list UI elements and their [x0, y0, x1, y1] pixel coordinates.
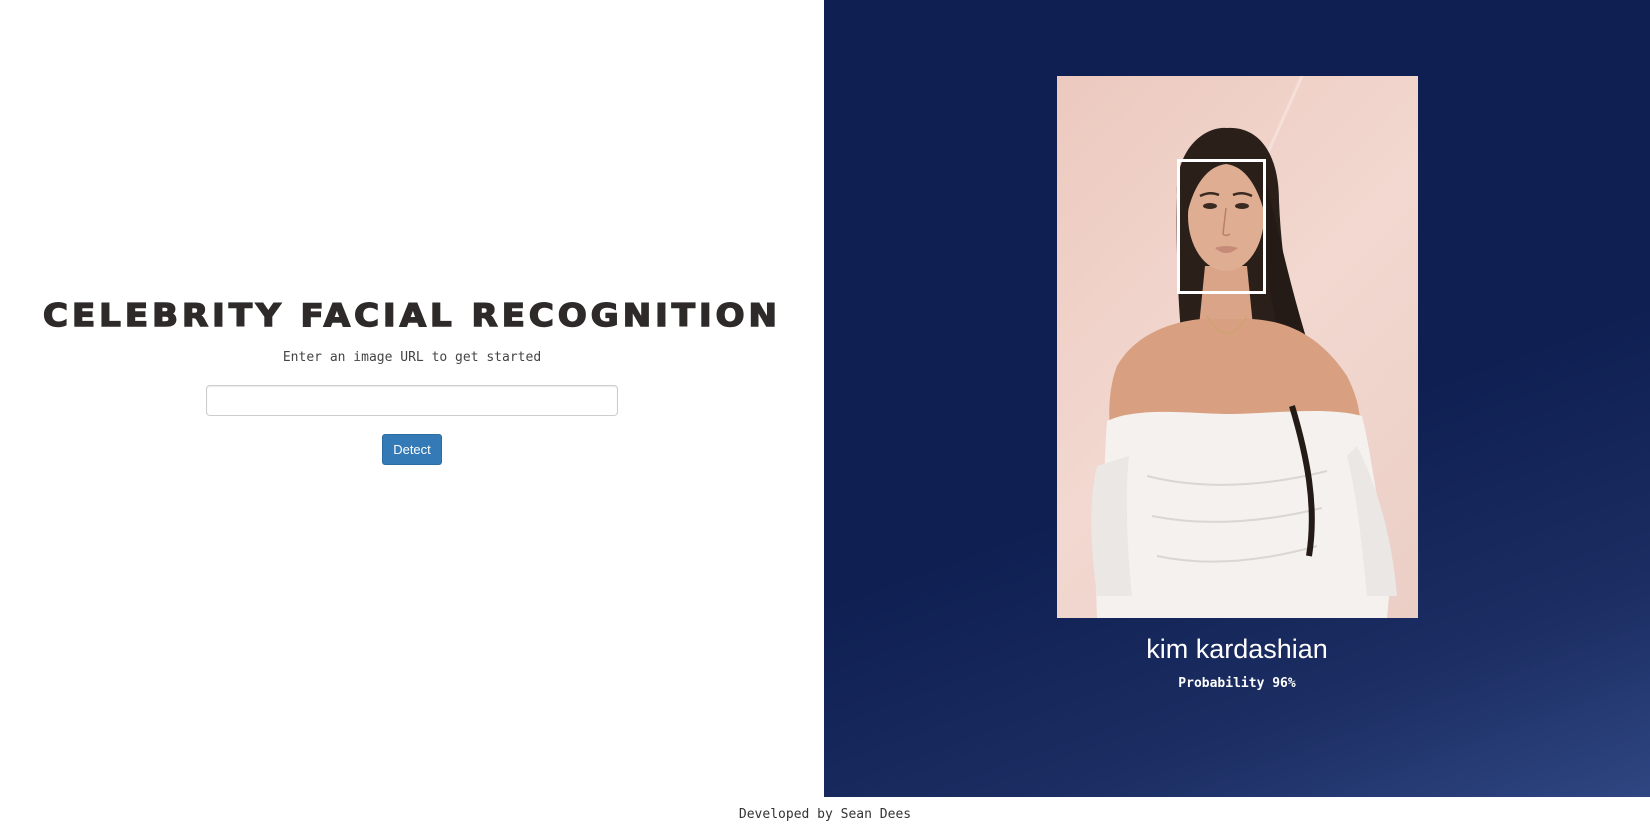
footer-credit: Developed by Sean Dees [738, 807, 912, 822]
app-page: CELEBRITY FACIAL RECOGNITION Enter an im… [0, 0, 1650, 833]
result-panel: kim kardashian Probability 96% [824, 0, 1650, 797]
celebrity-photo [1057, 76, 1418, 618]
probability-label: Probability [1178, 676, 1265, 691]
probability-value: 96% [1272, 676, 1296, 691]
face-bounding-box [1177, 159, 1266, 294]
page-subtitle: Enter an image URL to get started [282, 350, 542, 365]
image-url-input[interactable] [206, 385, 618, 416]
input-panel: CELEBRITY FACIAL RECOGNITION Enter an im… [0, 0, 824, 797]
photo-illustration [1091, 76, 1397, 618]
celebrity-name: kim kardashian [1146, 634, 1328, 664]
page-title: CELEBRITY FACIAL RECOGNITION [42, 297, 781, 335]
detect-button[interactable]: Detect [382, 434, 442, 465]
probability-readout: Probability 96% [824, 676, 1650, 691]
